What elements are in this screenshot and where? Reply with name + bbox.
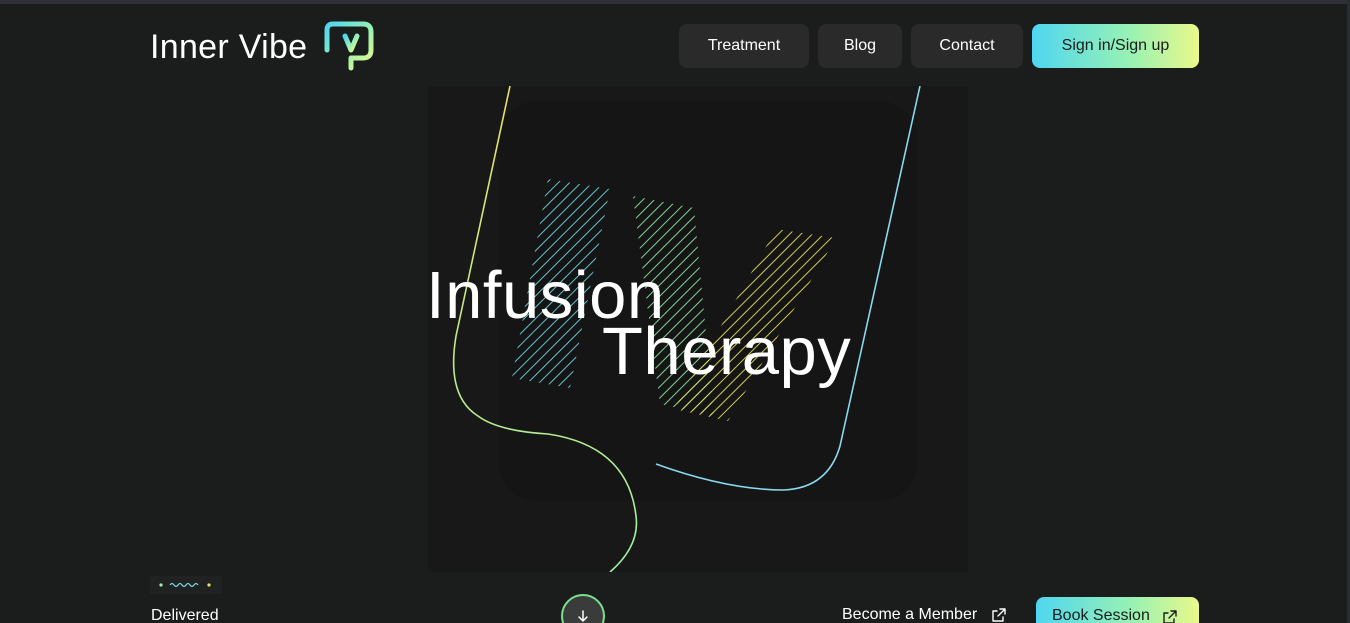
scroll-down-button[interactable] [561, 594, 605, 623]
delivered-label: Delivered [151, 607, 219, 623]
nav-blog-button[interactable]: Blog [818, 24, 902, 68]
signin-signup-button[interactable]: Sign in/Sign up [1032, 24, 1199, 68]
nav-treatment-button[interactable]: Treatment [679, 24, 809, 68]
become-member-label: Become a Member [842, 606, 978, 623]
wave-badge-icon [150, 576, 222, 594]
become-member-link[interactable]: Become a Member [842, 606, 1007, 623]
external-link-icon [992, 608, 1006, 622]
book-session-button[interactable]: Book Session [1036, 597, 1199, 623]
iv-logo-mark-icon [324, 21, 374, 71]
browser-top-edge [0, 0, 1350, 4]
arrow-down-icon [578, 610, 588, 622]
logo-text: Inner Vibe [150, 27, 308, 66]
page: Inner Vibe Treatment Blog Contact Sign i… [0, 0, 1350, 623]
nav-contact-button[interactable]: Contact [911, 24, 1023, 68]
logo[interactable]: Inner Vibe [150, 20, 375, 74]
hero-title: Infusion Therapy [426, 262, 851, 385]
book-session-label: Book Session [1052, 607, 1150, 623]
hero-title-line2: Therapy [602, 314, 852, 389]
external-link-icon [1163, 610, 1177, 623]
main-nav: Treatment Blog Contact Sign in/Sign up [679, 24, 1199, 68]
